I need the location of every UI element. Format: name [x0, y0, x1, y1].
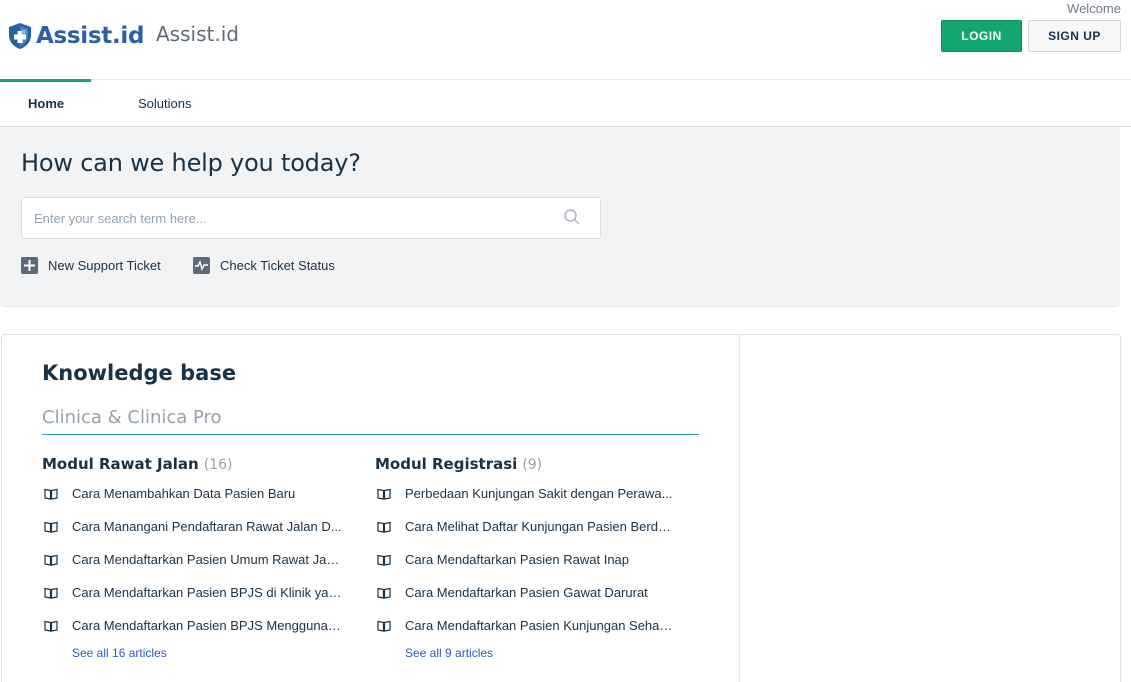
article-link[interactable]: Cara Mendaftarkan Pasien BPJS di Klinik … [42, 576, 342, 609]
login-button[interactable]: LOGIN [941, 20, 1022, 52]
folder-modul-registrasi: Modul Registrasi (9) Perbedaan Kunjungan… [375, 455, 675, 660]
article-link[interactable]: Cara Mendaftarkan Pasien Gawat Darurat [375, 576, 675, 609]
article-link[interactable]: Cara Mendaftarkan Pasien Rawat Inap [375, 543, 675, 576]
book-icon [377, 620, 391, 632]
folder-count: (9) [522, 457, 543, 473]
article-title: Cara Menambahkan Data Pasien Baru [72, 486, 296, 501]
book-icon [377, 554, 391, 566]
book-icon [377, 488, 391, 500]
pulse-icon [193, 257, 210, 274]
book-icon [44, 620, 58, 632]
article-title: Cara Mendaftarkan Pasien BPJS Menggunak.… [72, 618, 342, 633]
main-nav: Home Solutions [0, 79, 1131, 127]
article-link[interactable]: Cara Mendaftarkan Pasien Kunjungan Sehat… [375, 609, 675, 642]
hero-title: How can we help you today? [21, 149, 361, 177]
article-link[interactable]: Perbedaan Kunjungan Sakit dengan Perawa.… [375, 477, 675, 510]
book-icon [377, 521, 391, 533]
folder-name: Modul Rawat Jalan [42, 455, 199, 473]
article-link[interactable]: Cara Melihat Daftar Kunjungan Pasien Ber… [375, 510, 675, 543]
search-icon[interactable] [563, 208, 581, 226]
book-icon [44, 521, 58, 533]
article-link[interactable]: Cara Manangani Pendaftaran Rawat Jalan D… [42, 510, 342, 543]
see-all-articles-link[interactable]: See all 16 articles [72, 646, 342, 660]
brand-logo[interactable]: Assist.id [8, 22, 144, 50]
folder-title[interactable]: Modul Registrasi (9) [375, 455, 675, 477]
book-icon [44, 488, 58, 500]
book-icon [44, 587, 58, 599]
article-title: Cara Mendaftarkan Pasien Gawat Darurat [405, 585, 648, 600]
book-icon [377, 587, 391, 599]
folder-name: Modul Registrasi [375, 455, 518, 473]
folder-title[interactable]: Modul Rawat Jalan (16) [42, 455, 342, 477]
category-title[interactable]: Clinica & Clinica Pro [42, 407, 699, 435]
check-ticket-status-link[interactable]: Check Ticket Status [193, 257, 335, 274]
logo-text: Assist.id [36, 23, 145, 49]
article-title: Cara Mendaftarkan Pasien Rawat Inap [405, 552, 630, 567]
article-link[interactable]: Cara Mendaftarkan Pasien BPJS Menggunak.… [42, 609, 342, 642]
search-input[interactable] [34, 198, 554, 238]
article-link[interactable]: Cara Mendaftarkan Pasien Umum Rawat Jala… [42, 543, 342, 576]
plus-icon [21, 257, 38, 274]
welcome-text: Welcome [1067, 1, 1121, 16]
tab-solutions[interactable]: Solutions [138, 80, 191, 126]
tab-home[interactable]: Home [0, 79, 91, 126]
signup-button[interactable]: SIGN UP [1028, 20, 1121, 52]
article-title: Cara Manangani Pendaftaran Rawat Jalan D… [72, 519, 342, 534]
knowledge-base-card: Knowledge base Clinica & Clinica Pro Mod… [1, 334, 1121, 682]
portal-name[interactable]: Assist.id [156, 22, 239, 46]
knowledge-base-title: Knowledge base [42, 361, 237, 385]
folder-count: (16) [203, 457, 233, 473]
article-title: Perbedaan Kunjungan Sakit dengan Perawa.… [405, 486, 673, 501]
article-title: Cara Mendaftarkan Pasien Umum Rawat Jala… [72, 552, 342, 567]
see-all-articles-link[interactable]: See all 9 articles [405, 646, 675, 660]
book-icon [44, 554, 58, 566]
article-title: Cara Mendaftarkan Pasien Kunjungan Sehat… [405, 618, 675, 633]
shield-logo-icon [9, 23, 31, 49]
hero-section: How can we help you today? New Support T… [0, 127, 1120, 307]
folder-modul-rawat-jalan: Modul Rawat Jalan (16) Cara Menambahkan … [42, 455, 342, 660]
article-link[interactable]: Cara Menambahkan Data Pasien Baru [42, 477, 342, 510]
new-support-ticket-label: New Support Ticket [48, 258, 161, 273]
check-ticket-status-label: Check Ticket Status [220, 258, 335, 273]
new-support-ticket-link[interactable]: New Support Ticket [21, 257, 161, 274]
article-title: Cara Mendaftarkan Pasien BPJS di Klinik … [72, 585, 342, 600]
card-divider [739, 335, 740, 682]
article-title: Cara Melihat Daftar Kunjungan Pasien Ber… [405, 519, 675, 534]
top-header: Assist.id Assist.id Welcome LOGIN SIGN U… [0, 0, 1131, 80]
search-box [21, 197, 601, 239]
